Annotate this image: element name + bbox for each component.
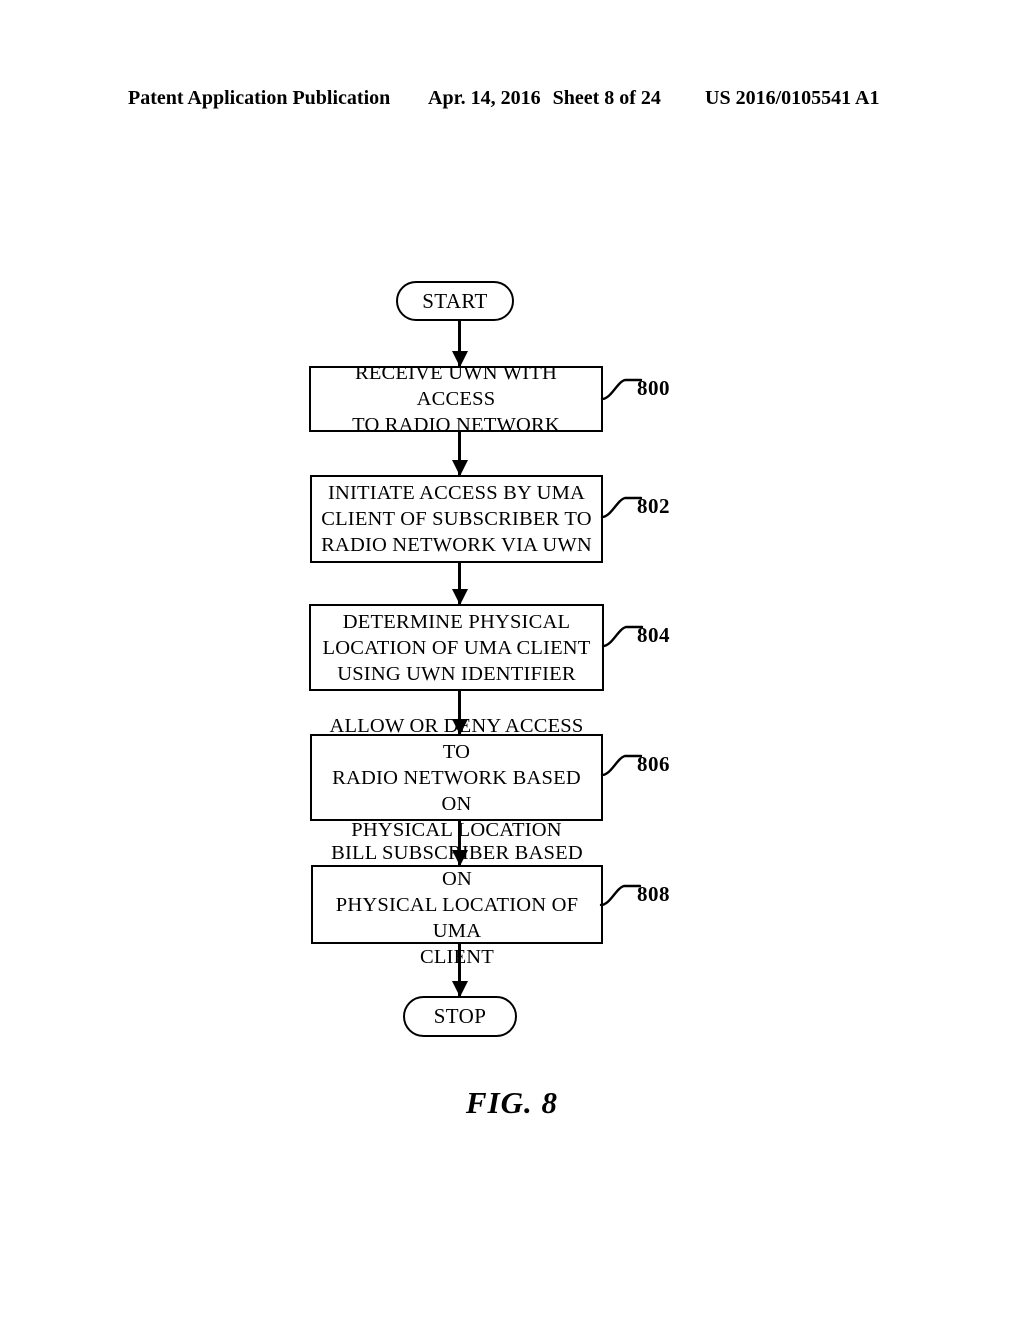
flow-node-802-line-3: RADIO NETWORK VIA UWN xyxy=(321,534,592,556)
flow-node-804-line-1: DETERMINE PHYSICAL xyxy=(342,610,571,633)
leader-line-808 xyxy=(599,884,642,907)
figure-caption: FIG. 8 xyxy=(465,1085,559,1120)
flow-node-808-line-3: CLIENT xyxy=(419,945,495,968)
reference-numeral-806: 806 xyxy=(637,752,670,776)
flow-node-start-label: START xyxy=(422,288,488,313)
flow-node-804: DETERMINE PHYSICAL LOCATION OF UMA CLIEN… xyxy=(309,604,604,691)
reference-numeral-808: 808 xyxy=(637,882,670,906)
reference-numeral-802: 802 xyxy=(637,494,670,518)
flow-node-800: RECEIVE UWN WITH ACCESS TO RADIO NETWORK xyxy=(309,362,603,436)
flow-node-808-line-1: BILL SUBSCRIBER BASED ON xyxy=(331,841,583,890)
flow-node-806-line-3: PHYSICAL LOCATION xyxy=(351,818,562,841)
flow-node-804-line-3: USING UWN IDENTIFIER xyxy=(337,662,576,685)
flow-node-808: BILL SUBSCRIBER BASED ON PHYSICAL LOCATI… xyxy=(311,842,603,968)
connector-802-to-804 xyxy=(458,563,461,604)
reference-numeral-800: 800 xyxy=(637,376,670,400)
flow-node-800-line-2: TO RADIO NETWORK xyxy=(352,414,560,436)
flow-node-802-line-2: CLIENT OF SUBSCRIBER TO xyxy=(321,508,592,530)
reference-numeral-804: 804 xyxy=(637,623,670,647)
flow-node-804-line-2: LOCATION OF UMA CLIENT xyxy=(322,636,591,659)
flowchart-diagram: START RECEIVE UWN WITH ACCESS TO RADIO N… xyxy=(0,0,1024,1320)
flow-node-802: INITIATE ACCESS BY UMA CLIENT OF SUBSCRI… xyxy=(310,475,603,563)
flow-node-802-line-1: INITIATE ACCESS BY UMA xyxy=(327,482,586,504)
flow-node-800-line-1: RECEIVE UWN WITH ACCESS xyxy=(354,362,558,410)
flow-node-800-label: RECEIVE UWN WITH ACCESS TO RADIO NETWORK xyxy=(319,360,593,438)
flow-node-806-line-1: ALLOW OR DENY ACCESS TO xyxy=(329,714,584,763)
flow-node-804-label: DETERMINE PHYSICAL LOCATION OF UMA CLIEN… xyxy=(319,609,594,687)
flow-node-start: START xyxy=(396,281,514,321)
flow-node-806-line-2: RADIO NETWORK BASED ON xyxy=(332,766,581,815)
flow-node-802-label: INITIATE ACCESS BY UMA CLIENT OF SUBSCRI… xyxy=(320,480,593,558)
flow-node-stop: STOP xyxy=(403,996,517,1037)
flow-node-stop-label: STOP xyxy=(433,1004,487,1028)
flow-node-806-label: ALLOW OR DENY ACCESS TO RADIO NETWORK BA… xyxy=(320,713,593,843)
flow-node-808-label: BILL SUBSCRIBER BASED ON PHYSICAL LOCATI… xyxy=(321,840,593,970)
connector-800-to-802 xyxy=(458,432,461,475)
flow-node-808-line-2: PHYSICAL LOCATION OF UMA xyxy=(335,893,579,942)
flow-node-806: ALLOW OR DENY ACCESS TO RADIO NETWORK BA… xyxy=(310,715,603,841)
connector-808-to-stop xyxy=(458,944,461,996)
